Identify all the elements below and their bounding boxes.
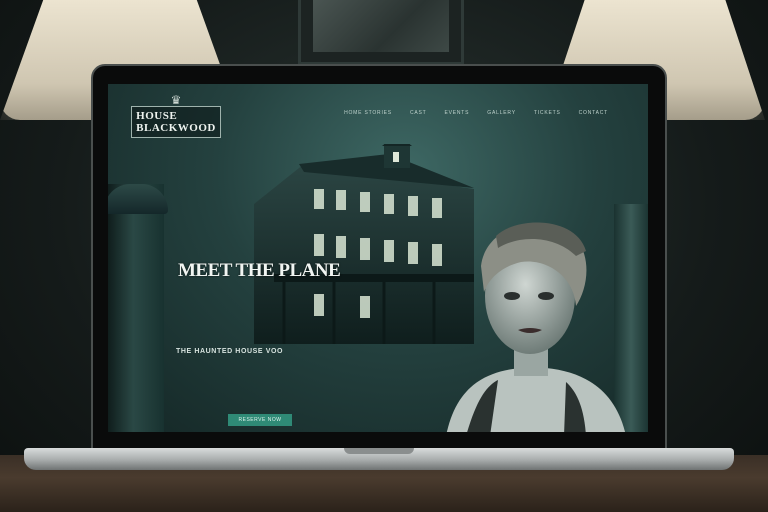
top-navigation: HOME STORIES CAST EVENTS GALLERY TICKETS… <box>344 110 608 116</box>
nav-item-4[interactable]: GALLERY <box>487 110 516 116</box>
logo-text: HOUSE BLACKWOOD <box>131 106 221 138</box>
wall-picture-frame <box>298 0 464 65</box>
nav-item-3[interactable]: EVENTS <box>444 110 469 116</box>
woman-portrait-image <box>446 222 625 432</box>
decorative-column-left <box>108 184 168 432</box>
nav-item-6[interactable]: CONTACT <box>579 110 608 116</box>
column-capital <box>108 184 168 214</box>
nav-item-2[interactable]: CAST <box>410 110 427 116</box>
nav-item-5[interactable]: TICKETS <box>534 110 561 116</box>
site-logo[interactable]: ♛ HOUSE BLACKWOOD <box>131 88 221 144</box>
laptop-notch <box>344 448 414 454</box>
wall-picture <box>313 0 449 52</box>
reserve-button[interactable]: RESERVE NOW <box>228 414 292 426</box>
laptop-screen: ♛ HOUSE BLACKWOOD HOME STORIES CAST EVEN… <box>108 84 648 432</box>
tagline-heading: THE HAUNTED HOUSE VOO <box>176 348 284 355</box>
laptop-base <box>24 448 734 470</box>
hero-title: MEET THE PLANE <box>178 260 341 281</box>
nav-item-1[interactable]: HOME STORIES <box>344 110 392 116</box>
crest-icon: ♛ <box>170 93 182 107</box>
